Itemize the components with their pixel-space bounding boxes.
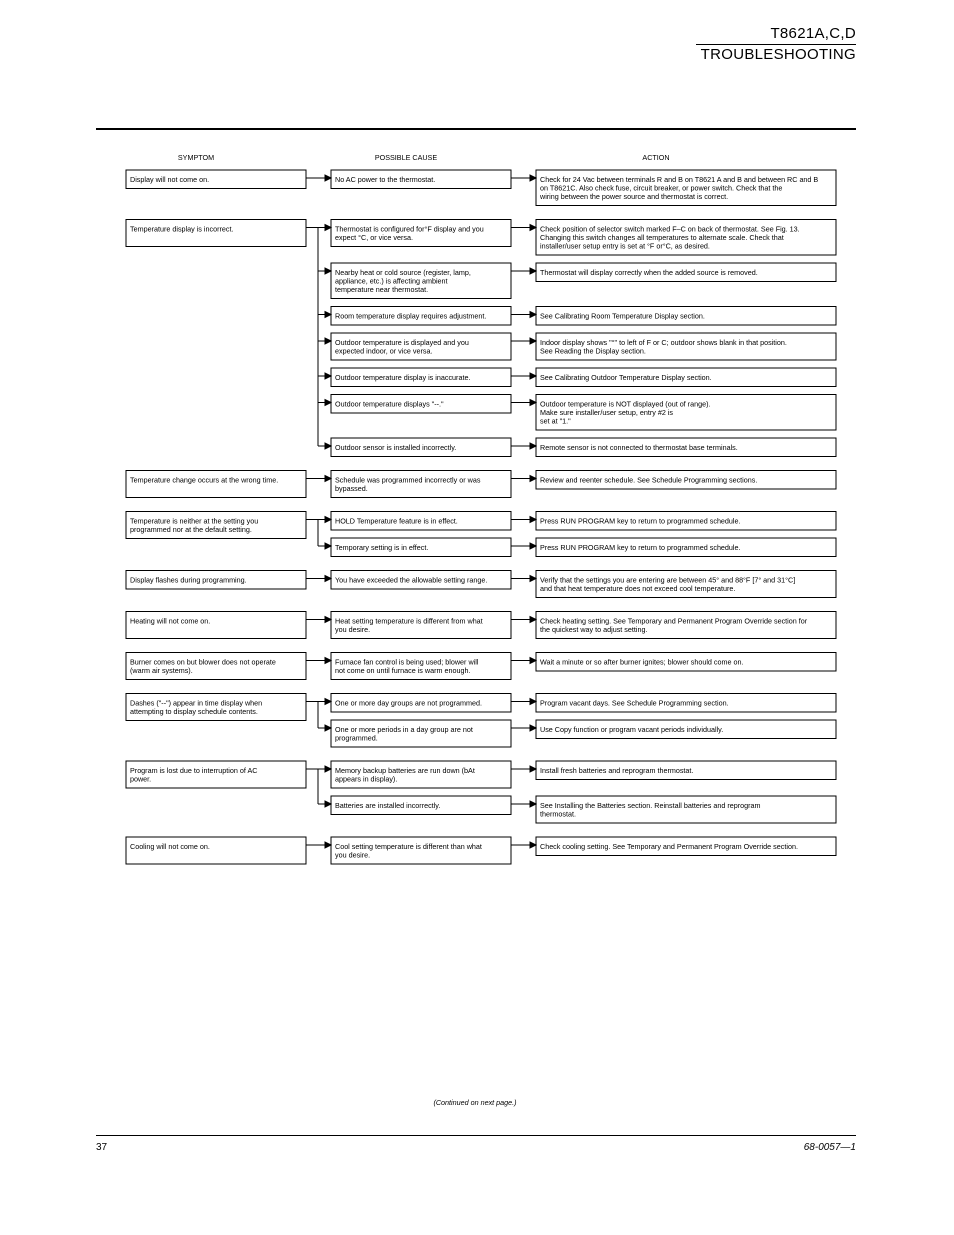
svg-text:appears in display).: appears in display). — [335, 774, 397, 783]
page-header: T8621A,C,D TROUBLESHOOTING — [696, 24, 856, 64]
svg-text:attempting to display schedule: attempting to display schedule contents. — [130, 707, 258, 716]
svg-text:Outdoor temperature displays ": Outdoor temperature displays "--." — [335, 399, 444, 408]
svg-text:Program vacant days. See Sched: Program vacant days. See Schedule Progra… — [540, 698, 729, 707]
svg-text:and that heat temperature does: and that heat temperature does not excee… — [540, 584, 735, 593]
svg-text:temperature near thermostat.: temperature near thermostat. — [335, 285, 428, 294]
svg-text:Install fresh batteries and re: Install fresh batteries and reprogram th… — [540, 766, 693, 775]
svg-text:Press RUN PROGRAM key to retur: Press RUN PROGRAM key to return to progr… — [540, 516, 741, 525]
svg-text:Temperature display is incorre: Temperature display is incorrect. — [130, 224, 233, 233]
svg-text:Review and reenter schedule. S: Review and reenter schedule. See Schedul… — [540, 475, 757, 484]
doc-number: 68-0057—1 — [804, 1142, 856, 1153]
svg-text:set at "1.": set at "1." — [540, 416, 571, 425]
svg-text:Temporary setting is in effect: Temporary setting is in effect. — [335, 543, 428, 552]
model-number: T8621A,C,D — [696, 24, 856, 44]
svg-text:Heating will not come on.: Heating will not come on. — [130, 616, 210, 625]
col-head-symptom: SYMPTOM — [178, 153, 214, 162]
svg-text:not come on until furnace is w: not come on until furnace is warm enough… — [335, 666, 470, 675]
svg-text:Remote sensor is not connected: Remote sensor is not connected to thermo… — [540, 443, 738, 452]
svg-text:the quickest way to adjust set: the quickest way to adjust setting. — [540, 625, 647, 634]
col-head-cause: POSSIBLE CAUSE — [375, 153, 438, 162]
svg-text:expected indoor, or vice versa: expected indoor, or vice versa. — [335, 346, 432, 355]
svg-text:See Reading the Display sectio: See Reading the Display section. — [540, 346, 646, 355]
svg-text:Batteries are installed incorr: Batteries are installed incorrectly. — [335, 801, 440, 810]
svg-text:Thermostat will display correc: Thermostat will display correctly when t… — [540, 268, 758, 277]
page-footer: 37 68-0057—1 — [96, 1135, 856, 1153]
svg-text:wiring between the power sourc: wiring between the power source and ther… — [539, 192, 728, 201]
continued-note: (Continued on next page.) — [433, 1098, 516, 1107]
svg-text:Outdoor temperature display is: Outdoor temperature display is inaccurat… — [335, 373, 470, 382]
svg-text:(warm air systems).: (warm air systems). — [130, 666, 193, 675]
svg-text:power.: power. — [130, 774, 151, 783]
svg-text:Display will not come on.: Display will not come on. — [130, 175, 209, 184]
svg-text:expect °C, or vice versa.: expect °C, or vice versa. — [335, 233, 413, 242]
svg-text:HOLD Temperature feature is in: HOLD Temperature feature is in effect. — [335, 516, 458, 525]
svg-text:Check cooling setting. See Tem: Check cooling setting. See Temporary and… — [540, 842, 798, 851]
page-number: 37 — [96, 1142, 107, 1153]
svg-text:you desire.: you desire. — [335, 850, 370, 859]
svg-text:See Calibrating Room Temperatu: See Calibrating Room Temperature Display… — [540, 311, 705, 320]
svg-text:programmed.: programmed. — [335, 733, 378, 742]
svg-text:thermostat.: thermostat. — [540, 809, 576, 818]
col-head-action: ACTION — [642, 153, 669, 162]
header-rule — [96, 128, 856, 130]
svg-text:Cooling will not come on.: Cooling will not come on. — [130, 842, 210, 851]
svg-text:Press RUN PROGRAM key to retur: Press RUN PROGRAM key to return to progr… — [540, 543, 741, 552]
svg-text:Display flashes during program: Display flashes during programming. — [130, 575, 247, 584]
svg-text:you desire.: you desire. — [335, 625, 370, 634]
svg-text:Use Copy function or program v: Use Copy function or program vacant peri… — [540, 725, 723, 734]
svg-text:programmed nor at the default: programmed nor at the default setting. — [130, 525, 252, 534]
svg-text:Temperature change occurs at t: Temperature change occurs at the wrong t… — [130, 475, 278, 484]
svg-text:Wait a minute or so after burn: Wait a minute or so after burner ignites… — [540, 657, 743, 666]
troubleshooting-chart: TROUBLESHOOTING SYMPTOM POSSIBLE CAUSE A… — [96, 150, 856, 1120]
svg-text:bypassed.: bypassed. — [335, 484, 368, 493]
svg-text:One or more day groups are not: One or more day groups are not programme… — [335, 698, 482, 707]
section-name: TROUBLESHOOTING — [696, 45, 856, 65]
svg-text:You have exceeded the allowabl: You have exceeded the allowable setting … — [335, 575, 487, 584]
svg-text:installer/user setup entry is: installer/user setup entry is set at °F … — [540, 241, 710, 250]
svg-text:Room temperature display requi: Room temperature display requires adjust… — [335, 311, 486, 320]
svg-text:See Calibrating Outdoor Temper: See Calibrating Outdoor Temperature Disp… — [540, 373, 712, 382]
svg-text:Outdoor sensor is installed in: Outdoor sensor is installed incorrectly. — [335, 443, 456, 452]
svg-text:No AC power to the thermostat.: No AC power to the thermostat. — [335, 175, 435, 184]
